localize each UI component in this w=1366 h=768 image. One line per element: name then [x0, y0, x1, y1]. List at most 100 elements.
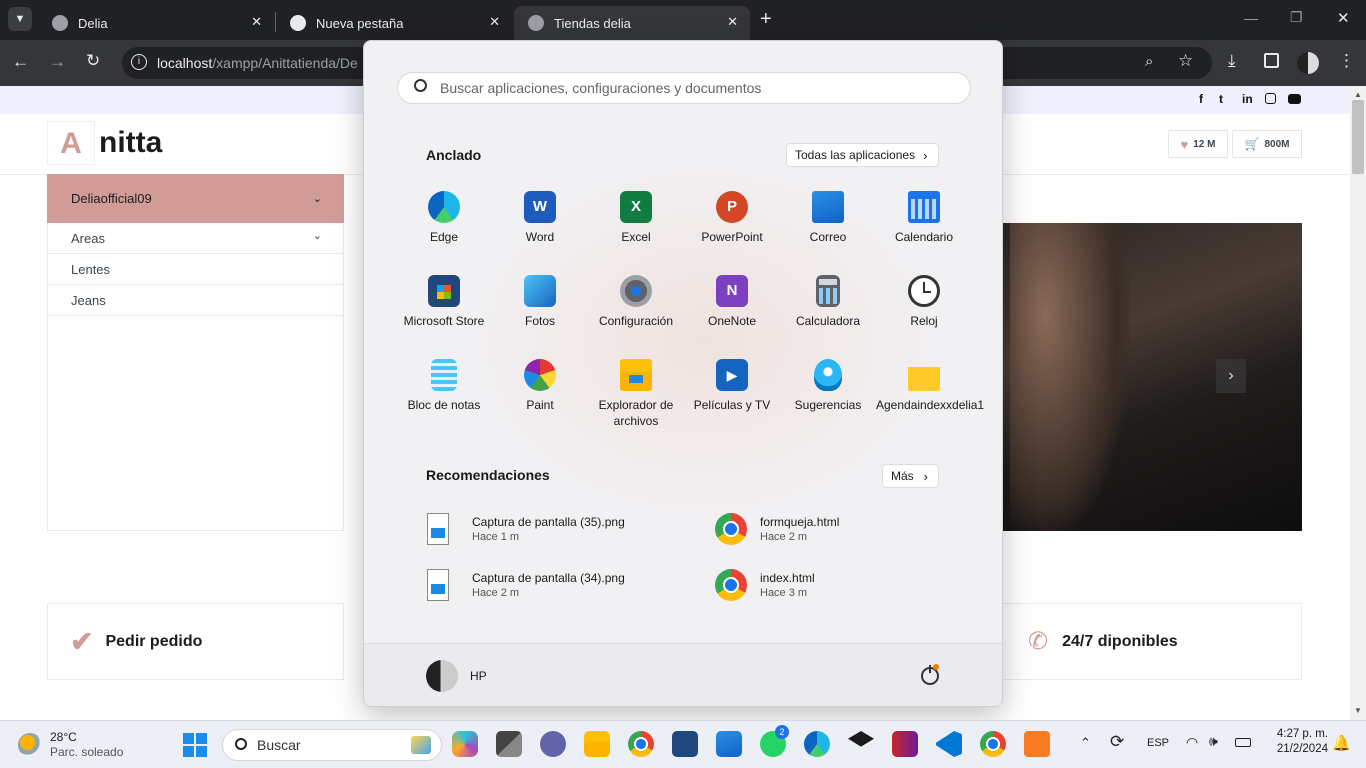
category-label: Jeans — [71, 293, 106, 308]
pinned-app-paint[interactable]: Paint — [492, 359, 588, 439]
pinned-app-edge[interactable]: Edge — [396, 191, 492, 271]
recent-item[interactable]: Captura de pantalla (35).png Hace 1 m — [427, 509, 687, 553]
back-icon[interactable]: ← — [12, 52, 29, 72]
vscode-icon[interactable] — [936, 731, 962, 757]
pinned-app-bloc-de-notas[interactable]: Bloc de notas — [396, 359, 492, 439]
scroll-up-arrow[interactable]: ▲ — [1354, 90, 1362, 99]
pinned-app-correo[interactable]: Correo — [780, 191, 876, 271]
notification-bell-icon[interactable]: 🔔 — [1332, 734, 1351, 752]
mail-icon[interactable] — [716, 731, 742, 757]
minimize-button[interactable]: — — [1244, 10, 1258, 26]
cart-button[interactable]: 🛒 800M — [1232, 130, 1302, 158]
carousel-next-button[interactable]: › — [1216, 359, 1246, 393]
globe-icon — [528, 15, 544, 31]
restore-button[interactable]: ❐ — [1290, 9, 1303, 26]
instagram-icon[interactable] — [1265, 93, 1276, 104]
weather-widget[interactable]: 28°C Parc. soleado — [14, 729, 164, 761]
pinned-app-fotos[interactable]: Fotos — [492, 275, 588, 355]
task-view-icon[interactable] — [496, 731, 522, 757]
pinned-app-excel[interactable]: X Excel — [588, 191, 684, 271]
category-item-areas[interactable]: Areas ⌄ — [48, 223, 344, 254]
xampp-icon[interactable] — [1024, 731, 1050, 757]
user-account-button[interactable]: HP — [426, 660, 487, 692]
whatsapp-icon[interactable]: 2 — [760, 725, 789, 757]
category-item-lentes[interactable]: Lentes — [48, 254, 344, 285]
pinned-app-peliculas[interactable]: ▶ Películas y TV — [684, 359, 780, 439]
winrar-icon[interactable] — [892, 731, 918, 757]
language-indicator[interactable]: ESP — [1147, 737, 1169, 749]
pinned-app-word[interactable]: W Word — [492, 191, 588, 271]
show-hidden-icons-button[interactable]: ⌃ — [1080, 735, 1091, 751]
pinned-app-calendario[interactable]: Calendario — [876, 191, 972, 271]
taskbar-search-box[interactable]: Buscar — [222, 729, 442, 761]
start-button[interactable] — [183, 733, 207, 757]
sync-icon[interactable]: ⟳ — [1110, 732, 1124, 752]
scrollbar-thumb[interactable] — [1352, 100, 1364, 174]
power-button[interactable] — [921, 664, 939, 685]
linkedin-icon[interactable]: in — [1242, 92, 1253, 106]
taskbar-search-label: Buscar — [257, 737, 301, 753]
youtube-icon[interactable] — [1288, 94, 1301, 104]
pinned-app-reloj[interactable]: Reloj — [876, 275, 972, 355]
volume-icon[interactable]: 🕪 — [1209, 733, 1218, 750]
tab-delia[interactable]: Delia ✕ — [38, 6, 274, 40]
copilot-icon[interactable] — [452, 731, 478, 757]
scroll-down-arrow[interactable]: ▼ — [1354, 706, 1362, 715]
recent-item[interactable]: index.html Hace 3 m — [715, 565, 975, 609]
chrome-icon[interactable] — [628, 731, 654, 757]
download-icon[interactable]: ⤓ — [1228, 51, 1236, 71]
pinned-app-explorador[interactable]: Explorador de archivos — [588, 359, 684, 439]
page-scrollbar[interactable]: ▲ ▼ — [1350, 86, 1366, 720]
profile-avatar[interactable] — [1297, 52, 1319, 74]
pinned-app-configuracion[interactable]: Configuración — [588, 275, 684, 355]
zoom-icon[interactable]: ⌕ — [1145, 53, 1153, 70]
tab-title: Delia — [78, 15, 108, 31]
all-apps-label: Todas las aplicaciones — [795, 148, 916, 162]
chat-icon[interactable] — [540, 731, 566, 757]
tab-search-button[interactable]: ▼ — [8, 7, 32, 31]
photos-icon — [524, 275, 556, 307]
tab-tiendas-delia[interactable]: Tiendas delia ✕ — [514, 6, 750, 40]
logo[interactable]: A nitta — [47, 121, 162, 165]
side-panel-icon[interactable] — [1264, 53, 1279, 68]
more-button[interactable]: Más › — [882, 464, 939, 488]
pinned-app-agendaindexxdelia1[interactable]: Agendaindexxdelia1 — [876, 359, 984, 439]
window-close-button[interactable]: ✕ — [1337, 9, 1350, 27]
pinned-app-onenote[interactable]: N OneNote — [684, 275, 780, 355]
recent-item[interactable]: formqueja.html Hace 2 m — [715, 509, 975, 553]
start-search-input[interactable]: Buscar aplicaciones, configuraciones y d… — [397, 72, 971, 104]
new-tab-button[interactable]: + — [760, 8, 772, 31]
pinned-app-microsoft-store[interactable]: Microsoft Store — [396, 275, 492, 355]
forward-icon[interactable]: → — [49, 52, 66, 72]
recent-item-name: Captura de pantalla (34).png — [472, 571, 625, 585]
store-icon[interactable] — [672, 731, 698, 757]
pinned-app-powerpoint[interactable]: P PowerPoint — [684, 191, 780, 271]
wishlist-button[interactable]: ♥ 12 M — [1168, 130, 1228, 158]
site-info-icon[interactable]: i — [131, 54, 147, 70]
pinned-app-calculadora[interactable]: Calculadora — [780, 275, 876, 355]
reload-icon[interactable]: ↻ — [86, 51, 100, 71]
tab-nueva-pestana[interactable]: Nueva pestaña ✕ — [276, 6, 512, 40]
close-icon[interactable]: ✕ — [251, 14, 262, 30]
chevron-down-icon: ▼ — [14, 13, 26, 25]
excel-icon: X — [620, 191, 652, 223]
all-apps-button[interactable]: Todas las aplicaciones › — [786, 143, 939, 167]
bookmark-star-icon[interactable]: ☆ — [1178, 51, 1193, 71]
chrome-profile-icon[interactable] — [980, 731, 1006, 757]
file-explorer-icon[interactable] — [584, 731, 610, 757]
dropbox-icon[interactable] — [848, 731, 874, 747]
twitter-icon[interactable]: t — [1219, 92, 1223, 106]
facebook-icon[interactable]: f — [1199, 92, 1203, 106]
wifi-icon[interactable]: ◠ — [1186, 734, 1198, 751]
globe-icon — [52, 15, 68, 31]
clock-area[interactable]: 4:27 p. m. 21/2/2024 — [1262, 728, 1328, 755]
battery-icon[interactable] — [1235, 738, 1251, 747]
menu-icon[interactable]: ⋮ — [1338, 51, 1355, 71]
category-item-jeans[interactable]: Jeans — [48, 285, 344, 316]
recent-item[interactable]: Captura de pantalla (34).png Hace 2 m — [427, 565, 687, 609]
close-icon[interactable]: ✕ — [727, 14, 738, 30]
edge-icon[interactable] — [804, 731, 830, 757]
pinned-app-sugerencias[interactable]: Sugerencias — [780, 359, 876, 439]
category-header[interactable]: Deliaofficial09 ⌄ — [47, 174, 344, 223]
close-icon[interactable]: ✕ — [489, 14, 500, 30]
